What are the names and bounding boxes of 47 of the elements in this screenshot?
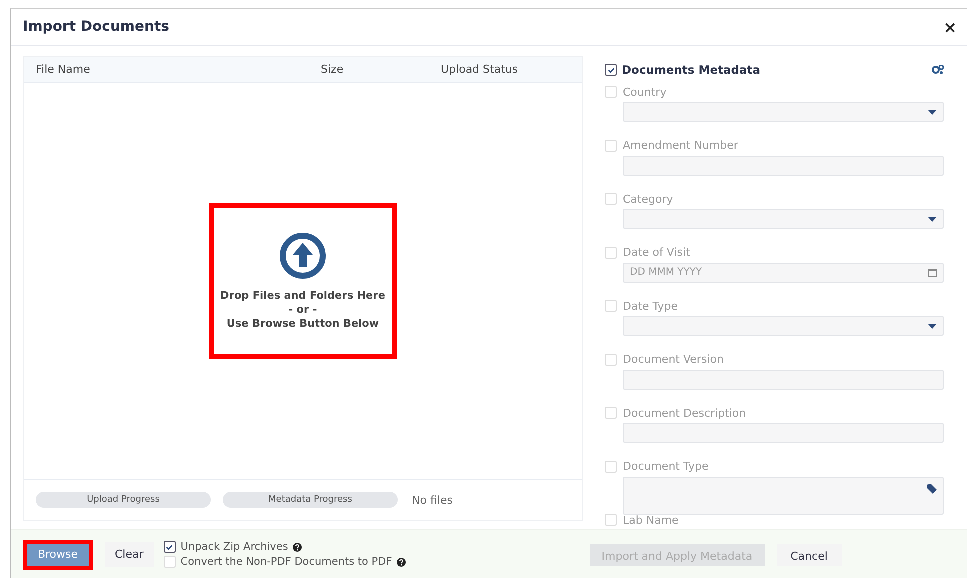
caret-icon xyxy=(928,324,937,328)
drop-instruction: Use Browse Button Below xyxy=(226,318,380,330)
drop-zone[interactable]: Drop Files and Folders Here - or - Use Browse Button Below xyxy=(24,82,582,480)
option-label: Unpack Zip Archives xyxy=(180,541,288,553)
column-header: Upload Status xyxy=(441,63,520,76)
caret-icon xyxy=(928,216,937,222)
checkbox[interactable] xyxy=(164,541,176,553)
field-label: Date of Visit xyxy=(623,246,690,259)
upload-icon xyxy=(279,232,327,280)
field-label: Category xyxy=(623,192,674,206)
progress-label: Upload Progress xyxy=(86,494,161,507)
drop-instruction: - or - xyxy=(288,304,318,316)
status-text: No files xyxy=(412,494,453,506)
field-label: Lab Name xyxy=(623,514,679,526)
field-label: Document Version xyxy=(623,353,724,366)
tag-icon xyxy=(927,484,937,494)
field-label: Country xyxy=(623,86,667,98)
caret-icon xyxy=(928,110,937,114)
progress-label: Metadata Progress xyxy=(268,494,354,507)
column-header: File Name xyxy=(35,63,92,76)
dropdown-field[interactable] xyxy=(623,102,944,122)
checkbox[interactable] xyxy=(605,64,617,76)
gears-icon[interactable] xyxy=(932,65,944,75)
column-header: Size xyxy=(321,63,345,76)
clear-button[interactable]: Clear xyxy=(105,542,154,567)
tags-field[interactable] xyxy=(623,476,944,514)
calendar-icon[interactable] xyxy=(928,268,937,277)
input-field[interactable] xyxy=(623,370,944,390)
option-label: Convert the Non-PDF Documents to PDF xyxy=(180,556,392,568)
checkmark-icon xyxy=(606,66,616,74)
close-button[interactable]: × xyxy=(940,18,961,36)
drop-instruction: Drop Files and Folders Here xyxy=(220,290,386,302)
dropdown-field[interactable] xyxy=(623,316,944,336)
field-label: Document Type xyxy=(623,460,709,473)
field-label: Document Description xyxy=(623,406,746,420)
placeholder-text: DD MMM YYYY xyxy=(630,267,704,278)
window-title: Import Documents xyxy=(23,19,170,35)
input-field[interactable] xyxy=(623,156,944,176)
section-title: Documents Metadata xyxy=(622,63,762,77)
field-label: Date Type xyxy=(623,300,678,312)
help-icon[interactable] xyxy=(293,542,302,552)
checkmark-icon xyxy=(165,542,174,552)
field-label: Amendment Number xyxy=(623,139,738,152)
cancel-button[interactable]: Cancel xyxy=(776,544,842,566)
help-icon[interactable] xyxy=(397,558,406,566)
dropdown-field[interactable] xyxy=(623,209,944,229)
input-field[interactable] xyxy=(623,423,944,443)
